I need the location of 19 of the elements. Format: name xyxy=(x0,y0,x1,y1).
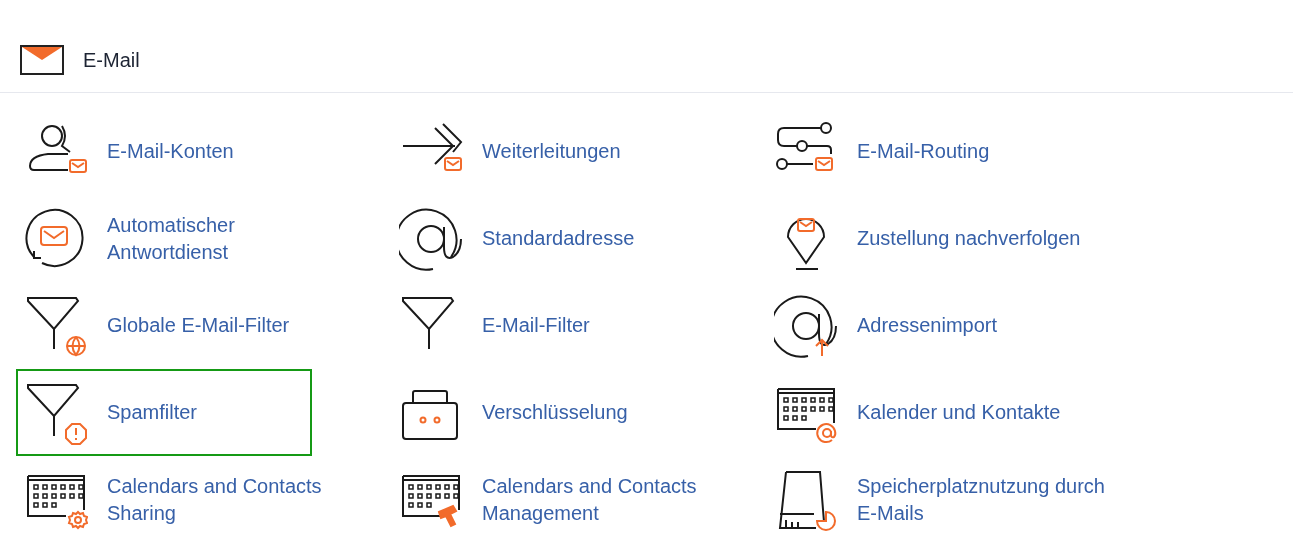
menu-item[interactable]: Kalender und Kontakte xyxy=(766,369,1069,456)
menu-item[interactable]: Adressenimport xyxy=(766,282,1062,369)
menu-item[interactable]: Weiterleitungen xyxy=(391,108,687,195)
menu-item[interactable]: Globale E-Mail-Filter xyxy=(16,282,312,369)
at-sign-icon xyxy=(399,206,463,271)
menu-item[interactable]: Calendars and Contacts Management xyxy=(391,456,740,543)
envelope-icon xyxy=(20,45,64,75)
menu-item[interactable]: E-Mail-Routing xyxy=(766,108,1062,195)
menu-item[interactable]: Verschlüsselung xyxy=(391,369,687,456)
menu-item[interactable]: Speicherplatznutzung durch E-Mails xyxy=(766,456,1115,543)
section-title: E-Mail xyxy=(83,48,140,72)
menu-item[interactable]: Automatischer Antwortdienst xyxy=(16,195,365,282)
menu-item[interactable]: Spamfilter xyxy=(16,369,312,456)
menu-item[interactable]: E-Mail-Filter xyxy=(391,282,687,369)
menu-item[interactable]: E-Mail-Konten xyxy=(16,108,312,195)
menu-item[interactable]: Calendars and Contacts Sharing xyxy=(16,456,365,543)
menu-item[interactable]: Standardadresse xyxy=(391,195,687,282)
menu-item[interactable]: Zustellung nachverfolgen xyxy=(766,195,1089,282)
at-sign-upload-icon xyxy=(774,293,838,358)
